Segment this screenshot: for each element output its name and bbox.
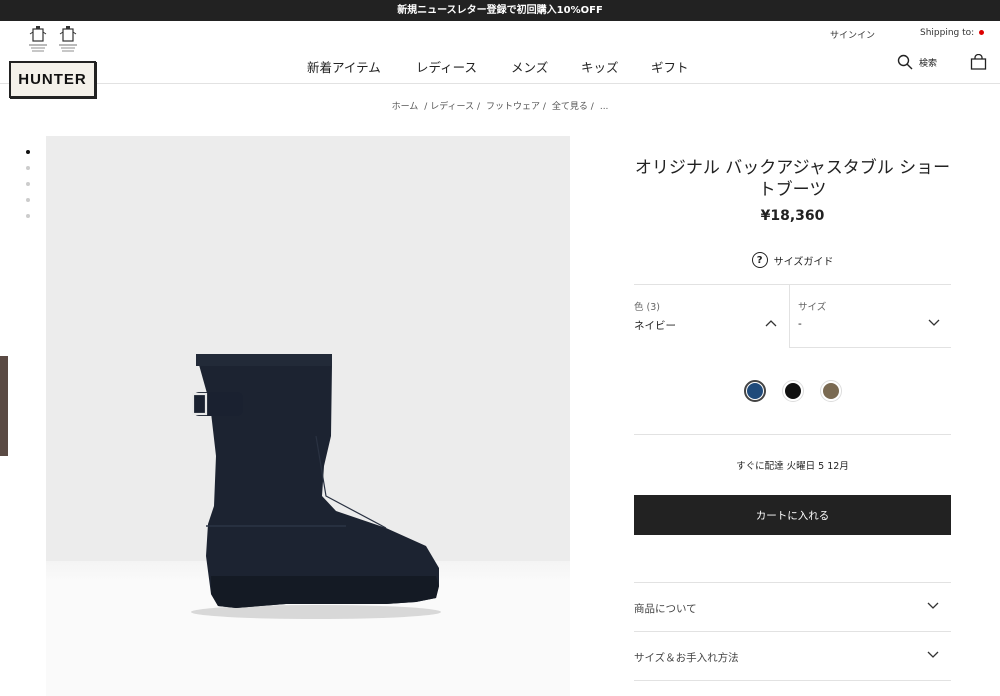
breadcrumb-home[interactable]: ホーム bbox=[392, 102, 419, 112]
gallery-dot[interactable] bbox=[26, 198, 30, 202]
gallery-dot[interactable] bbox=[26, 166, 30, 170]
nav-new-arrivals[interactable]: 新着アイテム bbox=[307, 57, 381, 76]
variant-selectors: 色 (3) ネイビー サイズ - bbox=[634, 284, 951, 348]
breadcrumb-footwear[interactable]: フットウェア / bbox=[486, 102, 546, 112]
color-label: 色 (3) bbox=[634, 302, 660, 313]
chevron-down-icon bbox=[928, 319, 940, 326]
question-icon: ? bbox=[751, 252, 768, 268]
feedback-side-tab[interactable] bbox=[0, 356, 8, 456]
search-label: 検索 bbox=[919, 58, 938, 69]
boot-illustration bbox=[191, 354, 441, 619]
promo-banner[interactable]: 新規ニュースレター登録で初回購入10%OFF bbox=[0, 0, 1000, 21]
product-image[interactable] bbox=[46, 136, 570, 696]
shopping-bag-icon[interactable] bbox=[970, 54, 987, 70]
signin-link[interactable]: サインイン bbox=[830, 28, 875, 41]
product-price: ¥18,360 bbox=[760, 208, 825, 224]
royal-warrant-icon bbox=[59, 26, 77, 52]
add-to-cart-button[interactable]: カートに入れる bbox=[634, 495, 951, 535]
royal-warrants bbox=[27, 26, 79, 56]
breadcrumb-ellipsis: ... bbox=[599, 102, 609, 112]
chevron-down-icon bbox=[927, 602, 939, 609]
nav-kids[interactable]: キッズ bbox=[581, 57, 619, 76]
accordion-label: サイズ＆お手入れ方法 bbox=[634, 652, 739, 664]
divider bbox=[634, 680, 951, 681]
size-guide-link[interactable]: ? サイズガイド bbox=[634, 252, 951, 268]
search-button[interactable]: 検索 bbox=[897, 54, 937, 70]
search-icon bbox=[897, 54, 913, 70]
delivery-info: すぐに配達 火曜日 5 12月 bbox=[736, 461, 849, 472]
size-selector[interactable]: サイズ - bbox=[789, 285, 951, 348]
swatch-navy[interactable] bbox=[744, 380, 766, 402]
accordion-size-care[interactable]: サイズ＆お手入れ方法 bbox=[634, 632, 951, 680]
breadcrumb-view-all[interactable]: 全て見る / bbox=[552, 102, 594, 112]
swatch-black[interactable] bbox=[782, 380, 804, 402]
gallery-dot[interactable] bbox=[26, 150, 30, 154]
breadcrumb-womens[interactable]: / レディース / bbox=[424, 102, 480, 112]
hunter-logo[interactable]: HUNTER bbox=[9, 61, 96, 98]
divider bbox=[634, 434, 951, 435]
nav-mens[interactable]: メンズ bbox=[511, 57, 548, 76]
breadcrumb: ホーム / レディース / フットウェア / 全て見る /... bbox=[0, 99, 1000, 112]
nav-gifts[interactable]: ギフト bbox=[651, 57, 689, 76]
color-swatches bbox=[744, 380, 842, 402]
royal-warrant-icon bbox=[29, 26, 47, 52]
accordion-label: 商品について bbox=[634, 603, 697, 615]
size-guide-label: サイズガイド bbox=[773, 256, 834, 268]
nav-womens[interactable]: レディース bbox=[416, 57, 477, 76]
color-selector[interactable]: 色 (3) ネイビー bbox=[634, 285, 789, 348]
logo-text: HUNTER bbox=[18, 71, 87, 88]
product-title: オリジナル バックアジャスタブル ショートブーツ bbox=[634, 158, 951, 200]
swatch-navy-fill bbox=[747, 383, 763, 399]
accordion-product-details[interactable]: 商品について bbox=[634, 583, 951, 631]
promo-text: 新規ニュースレター登録で初回購入10%OFF bbox=[397, 5, 603, 16]
shipping-selector[interactable]: Shipping to: bbox=[920, 28, 985, 38]
chevron-up-icon bbox=[765, 320, 777, 327]
color-value: ネイビー bbox=[634, 320, 676, 332]
size-value: - bbox=[798, 318, 802, 330]
swatch-brown[interactable] bbox=[820, 380, 842, 402]
gallery-dot[interactable] bbox=[26, 182, 30, 186]
gallery-dot[interactable] bbox=[26, 214, 30, 218]
site-header: HUNTER サインイン Shipping to: 新着アイテム レディース メ… bbox=[0, 21, 1000, 98]
swatch-black-fill bbox=[785, 383, 801, 399]
japan-flag-icon bbox=[979, 30, 985, 35]
shipping-label: Shipping to: bbox=[920, 28, 975, 38]
size-label: サイズ bbox=[798, 302, 827, 313]
gallery-pagination bbox=[26, 150, 30, 230]
chevron-down-icon bbox=[927, 651, 939, 658]
swatch-brown-fill bbox=[823, 383, 839, 399]
